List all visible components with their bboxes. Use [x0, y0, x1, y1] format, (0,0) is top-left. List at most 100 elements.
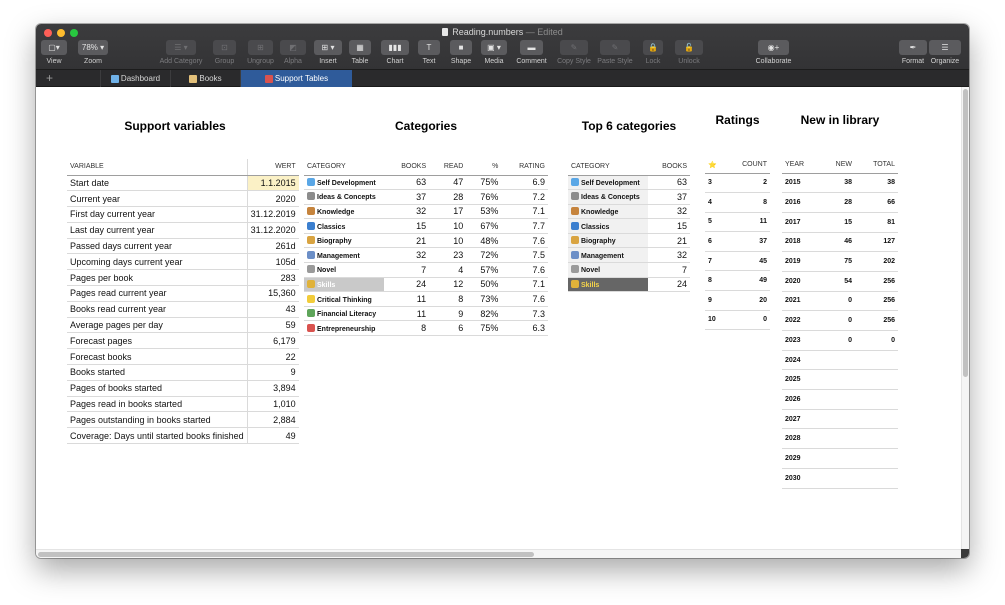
library-year[interactable]: 2016: [782, 192, 821, 213]
variable-value[interactable]: 3,894: [247, 380, 299, 397]
category-books[interactable]: 32: [648, 247, 690, 264]
category-cell[interactable]: Biography: [568, 233, 648, 249]
variable-value[interactable]: 6,179: [247, 332, 299, 350]
variable-name[interactable]: Books read current year: [67, 301, 248, 318]
library-year[interactable]: 2017: [782, 212, 821, 233]
library-total[interactable]: [855, 468, 898, 489]
library-new[interactable]: 54: [820, 271, 855, 292]
variable-name[interactable]: Upcoming days current year: [67, 253, 248, 271]
tab-support-tables[interactable]: Support Tables: [240, 70, 352, 87]
rating-stars[interactable]: 5: [705, 212, 726, 233]
variable-value[interactable]: 105d: [247, 253, 299, 271]
category-pct[interactable]: 75%: [466, 175, 502, 191]
unlock-button[interactable]: 🔓 Unlock: [672, 40, 706, 65]
library-year[interactable]: 2019: [782, 251, 821, 272]
category-cell[interactable]: Financial Literacy: [304, 306, 384, 322]
variable-name[interactable]: Coverage: Days until started books finis…: [67, 427, 248, 445]
library-new[interactable]: [820, 389, 855, 410]
library-new[interactable]: 38: [820, 173, 855, 194]
library-new[interactable]: 28: [820, 192, 855, 213]
library-total[interactable]: 256: [855, 291, 898, 312]
paste-style-button[interactable]: ✎ Paste Style: [597, 40, 633, 65]
category-cell[interactable]: Skills: [568, 277, 648, 293]
category-books[interactable]: 32: [384, 247, 430, 264]
category-pct[interactable]: 50%: [466, 277, 502, 293]
category-rating[interactable]: 7.3: [501, 306, 548, 322]
add-category-button[interactable]: ☰ ▾ Add Category: [160, 40, 202, 65]
copy-style-button[interactable]: ✎ Copy Style: [557, 40, 591, 65]
library-total[interactable]: 38: [855, 173, 898, 194]
category-rating[interactable]: 7.1: [501, 277, 548, 293]
rating-count[interactable]: 20: [725, 290, 770, 311]
library-year[interactable]: 2025: [782, 369, 821, 391]
variable-value[interactable]: 43: [247, 301, 299, 318]
category-cell[interactable]: Classics: [568, 218, 648, 234]
rating-stars[interactable]: 4: [705, 192, 726, 213]
library-year[interactable]: 2020: [782, 271, 821, 292]
category-books[interactable]: 37: [384, 189, 430, 205]
library-year[interactable]: 2029: [782, 448, 821, 469]
category-books[interactable]: 32: [384, 204, 430, 220]
category-cell[interactable]: Skills: [304, 277, 384, 293]
variable-value[interactable]: 31.12.2020: [247, 222, 299, 239]
shape-button[interactable]: ■ Shape: [444, 40, 478, 65]
category-cell[interactable]: Ideas & Concepts: [304, 189, 384, 205]
category-read[interactable]: 10: [429, 218, 467, 234]
variable-value[interactable]: 1,010: [247, 396, 299, 413]
category-cell[interactable]: Self Development: [304, 175, 384, 191]
rating-count[interactable]: 11: [725, 212, 770, 233]
ungroup-button[interactable]: ⊞ Ungroup: [244, 40, 278, 65]
library-total[interactable]: [855, 409, 898, 430]
category-books[interactable]: 15: [648, 218, 690, 234]
horizontal-scroll-thumb[interactable]: [38, 552, 534, 557]
variable-name[interactable]: Forecast books: [67, 348, 248, 366]
rating-stars[interactable]: 6: [705, 231, 726, 252]
variable-name[interactable]: Pages read current year: [67, 285, 248, 302]
tab-books[interactable]: Books: [170, 70, 240, 87]
category-read[interactable]: 23: [429, 247, 467, 264]
category-books[interactable]: 7: [384, 262, 430, 278]
category-cell[interactable]: Self Development: [568, 175, 648, 191]
rating-count[interactable]: 37: [725, 231, 770, 252]
variable-value[interactable]: 2,884: [247, 411, 299, 429]
category-cell[interactable]: Management: [568, 247, 648, 264]
library-new[interactable]: 46: [820, 232, 855, 253]
variable-name[interactable]: Last day current year: [67, 222, 248, 239]
insert-button[interactable]: ⊞ ▾ Insert: [311, 40, 345, 65]
library-total[interactable]: 66: [855, 192, 898, 213]
library-new[interactable]: [820, 428, 855, 450]
category-cell[interactable]: Novel: [304, 262, 384, 278]
category-books[interactable]: 37: [648, 189, 690, 205]
category-rating[interactable]: 7.5: [501, 247, 548, 264]
library-year[interactable]: 2027: [782, 409, 821, 430]
horizontal-scrollbar[interactable]: [36, 549, 969, 558]
rating-stars[interactable]: 10: [705, 310, 726, 331]
library-year[interactable]: 2023: [782, 330, 821, 351]
format-button[interactable]: ✒ Format: [896, 40, 930, 65]
category-books[interactable]: 8: [384, 320, 430, 337]
organize-button[interactable]: ☰ Organize: [928, 40, 962, 65]
category-cell[interactable]: Knowledge: [304, 204, 384, 220]
variable-name[interactable]: First day current year: [67, 206, 248, 223]
library-new[interactable]: [820, 350, 855, 371]
category-pct[interactable]: 76%: [466, 189, 502, 205]
variable-value[interactable]: 59: [247, 317, 299, 334]
variable-value[interactable]: 283: [247, 269, 299, 287]
tab-dashboard[interactable]: Dashboard: [100, 70, 170, 87]
category-read[interactable]: 47: [429, 175, 467, 191]
library-year[interactable]: 2024: [782, 350, 821, 371]
library-total[interactable]: 0: [855, 330, 898, 351]
variable-name[interactable]: Average pages per day: [67, 317, 248, 334]
alpha-button[interactable]: ◩ Alpha: [276, 40, 310, 65]
category-books[interactable]: 21: [648, 233, 690, 249]
rating-stars[interactable]: 7: [705, 251, 726, 272]
library-total[interactable]: [855, 448, 898, 469]
variable-name[interactable]: Pages of books started: [67, 380, 248, 397]
library-total[interactable]: 256: [855, 271, 898, 292]
category-books[interactable]: 63: [648, 175, 690, 191]
category-rating[interactable]: 7.6: [501, 262, 548, 278]
variable-value[interactable]: 1.1.2015: [247, 175, 299, 192]
variable-value[interactable]: 15,360: [247, 285, 299, 302]
category-pct[interactable]: 53%: [466, 204, 502, 220]
library-new[interactable]: 0: [820, 330, 855, 351]
